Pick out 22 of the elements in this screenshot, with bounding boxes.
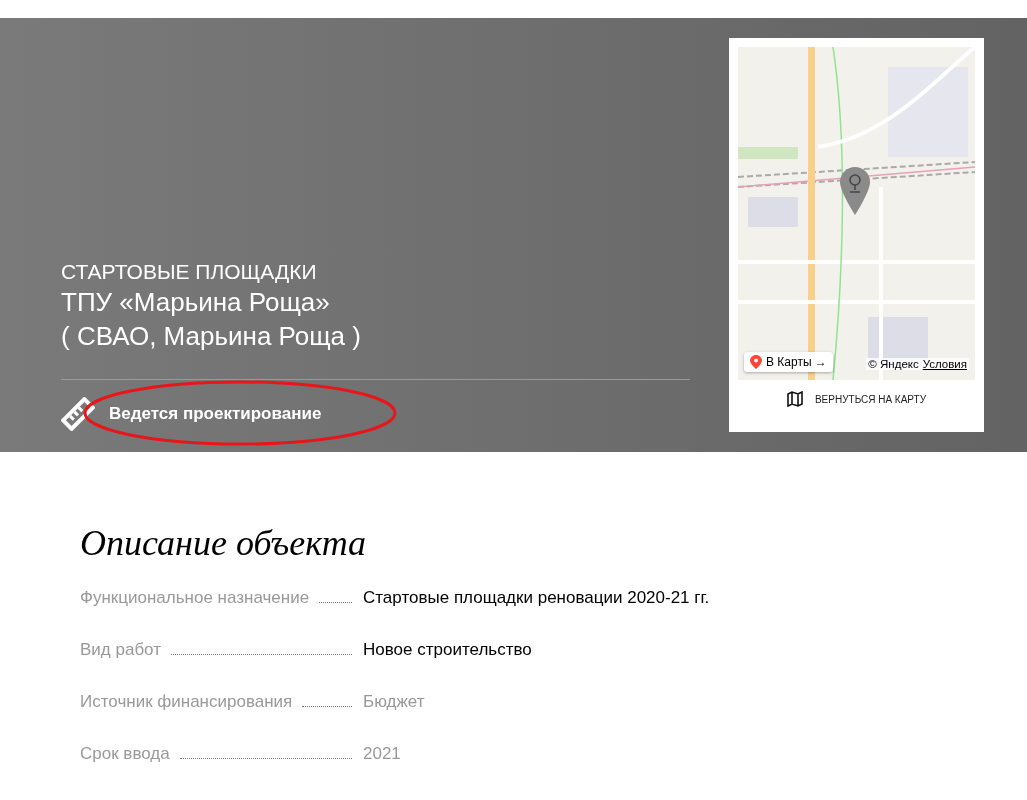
back-to-map-button[interactable]: ВЕРНУТЬСЯ НА КАРТУ — [780, 390, 933, 408]
open-in-maps-button[interactable]: В Карты → — [744, 352, 833, 372]
field-value: 2021 — [363, 744, 401, 764]
map-copyright: © Яндекс — [868, 358, 919, 370]
map-pin-icon — [840, 167, 870, 215]
terms-link[interactable]: Условия — [922, 358, 967, 370]
project-title: ТПУ «Марьина Роща» — [61, 286, 331, 319]
project-district: ( СВАО, Марьина Роща ) — [61, 320, 362, 353]
folded-map-icon — [786, 391, 803, 407]
map-view[interactable]: В Карты → © Яндекс Условия — [738, 47, 975, 380]
field-value: Стартовые площадки реновации 2020-21 гг. — [363, 588, 710, 608]
ruler-icon — [61, 397, 95, 431]
project-category: СТАРТОВЫЕ ПЛОЩАДКИ — [61, 259, 318, 285]
field-value: Новое строительство — [363, 640, 532, 660]
location-marker-icon — [750, 355, 762, 369]
field-label: Вид работ — [80, 640, 161, 660]
field-label: Источник финансирования — [80, 692, 293, 712]
field-label: Срок ввода — [80, 744, 170, 764]
project-status: Ведется проектирование — [109, 404, 322, 424]
section-heading: Описание объекта — [80, 522, 368, 564]
field-value: Бюджет — [363, 692, 425, 712]
field-label: Функциональное назначение — [80, 588, 310, 608]
